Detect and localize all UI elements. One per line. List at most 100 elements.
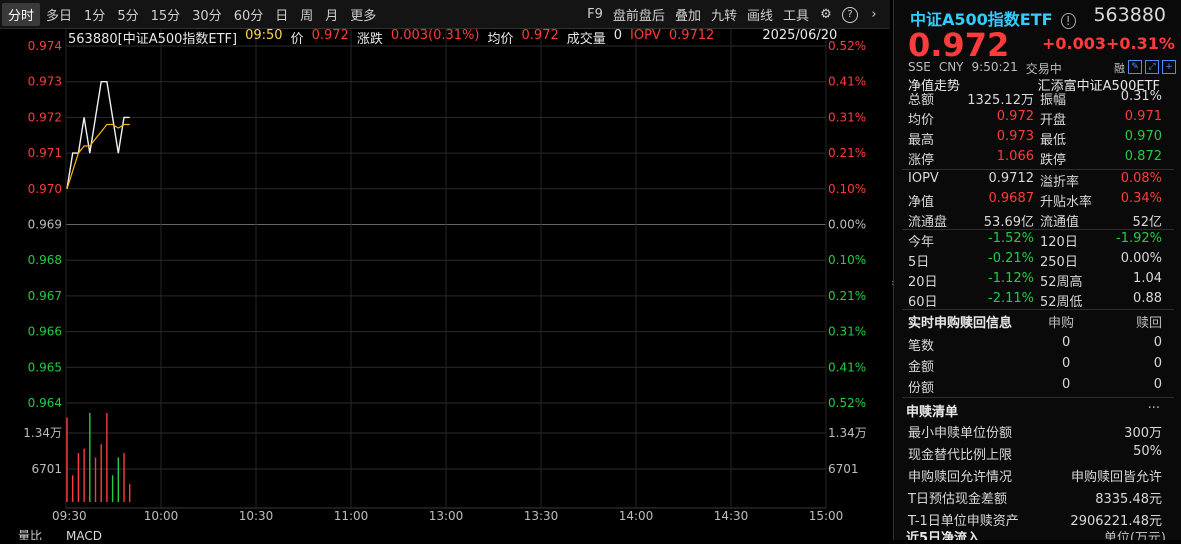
- period-tab[interactable]: 更多: [344, 3, 382, 26]
- row-label: 申购赎回允许情况: [908, 470, 1013, 485]
- y-tick-label: 0.971: [28, 146, 62, 160]
- row-value: 申购赎回皆允许: [1070, 470, 1162, 485]
- y-tick-label: 0.967: [28, 289, 62, 303]
- period-tab[interactable]: 1分: [78, 3, 111, 26]
- stat-value: -1.52%: [988, 231, 1034, 246]
- change-value: 0.003(0.31%): [390, 28, 480, 43]
- period-toolbar: 分时 多日 1分 5分 15分 30分 60分日周月更多 F9 盘前盘后 叠加 九转 画线 …: [0, 0, 890, 29]
- row-value: 50%: [1133, 444, 1162, 459]
- stat-label: 最低: [1040, 133, 1067, 148]
- x-tick-label: 10:00: [144, 509, 179, 523]
- edit-icon[interactable]: ✎: [1128, 60, 1142, 74]
- avg-value: 0.972: [521, 28, 559, 43]
- draw-line-button[interactable]: 画线: [742, 3, 778, 26]
- row-label: 最小申赎单位份额: [908, 426, 1013, 441]
- stat-label: 溢折率: [1040, 175, 1080, 190]
- stats-table: 总额 1325.12万 振幅 0.31% 均价 0.972 开盘 0.971 最高 0.973 最低…: [908, 88, 1170, 168]
- overlay-button[interactable]: 叠加: [670, 3, 706, 26]
- period-tab[interactable]: 60分: [228, 3, 270, 26]
- stat-label: 总额: [908, 93, 935, 108]
- x-tick-label: 15:00: [809, 509, 844, 523]
- list-row: 最小申赎单位份额 300万: [908, 421, 1170, 443]
- stat-value: -1.12%: [988, 271, 1034, 286]
- stat-label: 20日: [908, 275, 938, 290]
- pct-tick-label: 0.21%: [828, 146, 866, 160]
- chevron-right-icon[interactable]: ›: [866, 7, 882, 23]
- redemption-list: 最小申赎单位份额 300万 现金替代比例上限 50% 申购赎回允许情况 申购赎回皆允许 T日…: [908, 421, 1170, 531]
- divider: [902, 309, 1174, 310]
- stat-label: IOPV: [908, 171, 939, 186]
- subscription-title: 实时申购赎回信息: [908, 316, 1013, 331]
- period-tab[interactable]: 周: [294, 3, 319, 26]
- stat-value: 0.9712: [988, 171, 1035, 186]
- subscription-row: 份额 0 0: [908, 376, 1170, 397]
- security-label: 563880[中证A500指数ETF]: [68, 32, 238, 47]
- divider: [902, 397, 1174, 398]
- stat-value: 1.04: [1133, 271, 1162, 286]
- y-tick-label: 0.972: [28, 110, 62, 124]
- period-tab[interactable]: 15分: [145, 3, 187, 26]
- period-tab[interactable]: 日: [269, 3, 294, 26]
- redeem-col: 赎回: [1135, 316, 1162, 331]
- pct-tick-label: 0.10%: [828, 182, 866, 196]
- row-label: 现金替代比例上限: [908, 448, 1013, 463]
- add-icon[interactable]: +: [1162, 60, 1176, 74]
- expand-icon[interactable]: ⤢: [1145, 60, 1159, 74]
- volume-tick-label-right: 1.34万: [828, 426, 867, 440]
- period-tab[interactable]: 5分: [111, 3, 144, 26]
- stat-value: 0.9687: [988, 191, 1035, 206]
- y-tick-label: 0.968: [28, 253, 62, 267]
- stat-label: 涨停: [908, 153, 935, 168]
- period-tab[interactable]: 月: [319, 3, 344, 26]
- period-tab[interactable]: 分时: [2, 3, 41, 26]
- stat-label: 跌停: [1040, 153, 1067, 168]
- change-label: 涨跌: [356, 32, 383, 47]
- row-label: 笔数: [908, 339, 935, 354]
- stat-value: 52亿: [1132, 215, 1162, 230]
- subscription-header: 实时申购赎回信息 申购 赎回: [908, 312, 1170, 332]
- stat-row: 最高 0.973 最低 0.970: [908, 128, 1170, 148]
- stat-row: 今年 -1.52% 120日 -1.92%: [908, 230, 1170, 250]
- stat-label: 250日: [1040, 255, 1078, 270]
- f9-button[interactable]: F9: [582, 5, 608, 24]
- pct-tick-label: 0.10%: [828, 253, 866, 267]
- pct-tick-label: 0.31%: [828, 325, 866, 339]
- stat-label: 流通盘: [908, 215, 948, 230]
- subscribe-col: 申购: [1048, 316, 1075, 331]
- stat-value: 0.08%: [1120, 171, 1162, 186]
- pct-tick-label: 0.41%: [828, 360, 866, 374]
- stat-label: 最高: [908, 133, 935, 148]
- stat-label: 52周低: [1040, 295, 1083, 310]
- pct-tick-label: 0.41%: [828, 75, 866, 89]
- period-tab[interactable]: 多日: [40, 3, 78, 26]
- nine-turn-button[interactable]: 九转: [706, 3, 742, 26]
- more-icon[interactable]: ···: [1148, 401, 1160, 416]
- period-tabs: 分时 多日 1分 5分 15分 30分 60分日周月更多: [2, 3, 382, 26]
- pct-tick-label: 0.31%: [828, 110, 866, 124]
- intraday-chart[interactable]: 563880[中证A500指数ETF] 09:50 价 0.972 涨跌 0.0…: [0, 27, 890, 543]
- redeem-value: 0: [1153, 335, 1162, 350]
- list-row: 现金替代比例上限 50%: [908, 443, 1170, 465]
- x-tick-label: 14:00: [619, 509, 654, 523]
- volume-label: 成交量: [566, 32, 606, 47]
- gear-icon[interactable]: ⚙: [818, 7, 834, 23]
- info-icon[interactable]: !: [1060, 13, 1076, 29]
- tools-button[interactable]: 工具: [778, 3, 814, 26]
- subscribe-value: 0: [1062, 335, 1071, 350]
- last-price: 0.972: [908, 26, 1010, 64]
- volume-tick-label: 1.34万: [23, 426, 62, 440]
- stat-value: 0.00%: [1120, 251, 1162, 266]
- premarket-button[interactable]: 盘前盘后: [608, 3, 670, 26]
- stat-value: 1325.12万: [967, 93, 1034, 108]
- subscription-row: 金额 0 0: [908, 355, 1170, 376]
- avg-price-line: [66, 123, 130, 189]
- period-tab[interactable]: 30分: [186, 3, 228, 26]
- x-tick-label: 14:30: [714, 509, 749, 523]
- redeem-value: 0: [1153, 377, 1162, 392]
- subscription-table: 笔数 0 0 金额 0 0 份额 0 0: [908, 334, 1170, 397]
- price-volume-svg: 0.974 0.52% 0.973 0.41% 0.972 0.31% 0.971 0.21%…: [18, 27, 867, 543]
- help-icon[interactable]: ?: [842, 6, 858, 23]
- x-tick-label: 09:30: [52, 509, 87, 523]
- row-value: 8335.48元: [1095, 492, 1162, 507]
- row-label: 金额: [908, 360, 935, 375]
